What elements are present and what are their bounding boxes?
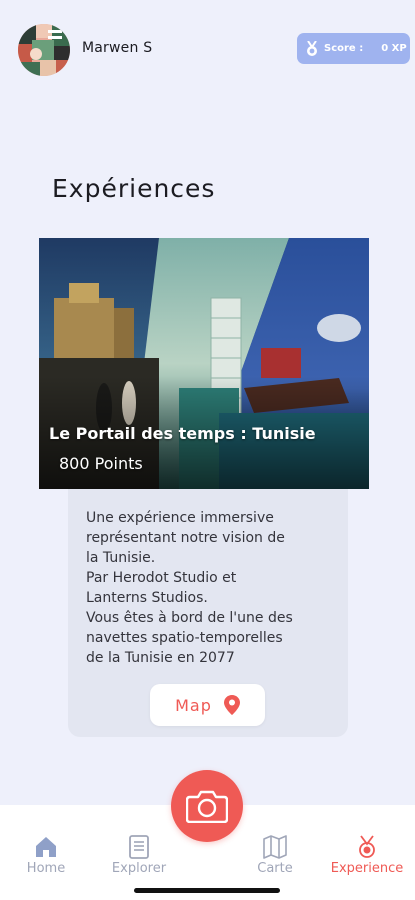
camera-button[interactable] — [171, 770, 243, 842]
experience-title: Le Portail des temps : Tunisie — [49, 424, 316, 443]
nav-label: Home — [26, 861, 66, 876]
score-label: Score : — [324, 43, 364, 54]
home-indicator — [134, 888, 280, 893]
map-icon — [263, 835, 287, 859]
description-line: Par Herodot Studio et — [86, 570, 237, 586]
nav-label: Experience — [330, 861, 404, 876]
page-title: Expériences — [52, 174, 216, 203]
home-icon — [36, 837, 56, 857]
description-line: de la Tunisie en 2077 — [86, 650, 235, 666]
avatar[interactable] — [18, 24, 70, 76]
camera-icon — [186, 790, 228, 823]
experience-points: 800 Points — [59, 454, 143, 473]
nav-label: Explorer — [111, 861, 167, 876]
experience-description-card: Une expérience immersive représentant no… — [68, 489, 348, 737]
location-pin-icon — [223, 695, 240, 715]
medal-icon — [359, 835, 375, 858]
nav-item-experience[interactable]: Experience — [322, 835, 412, 876]
map-button-label: Map — [175, 695, 212, 715]
description-line: navettes spatio-temporelles — [86, 630, 283, 646]
description-line: Lanterns Studios. — [86, 590, 208, 606]
username: Marwen S — [82, 40, 153, 56]
experience-card-image[interactable]: Le Portail des temps : Tunisie 800 Point… — [39, 238, 369, 489]
description-line: représentant notre vision de — [86, 530, 285, 546]
medal-icon — [307, 40, 317, 56]
app-header: Marwen S Score : 0 XP — [0, 0, 415, 100]
document-icon — [129, 835, 149, 859]
description-line: Vous êtes à bord de l'une des — [86, 610, 293, 626]
score-value: 0 XP — [381, 43, 407, 54]
score-badge[interactable]: Score : 0 XP — [297, 33, 410, 64]
description-line: Une expérience immersive — [86, 510, 274, 526]
description-line: la Tunisie. — [86, 550, 156, 566]
nav-item-home[interactable]: Home — [1, 835, 91, 876]
nav-item-carte[interactable]: Carte — [230, 835, 320, 876]
nav-label: Carte — [257, 861, 293, 876]
map-button[interactable]: Map — [150, 684, 265, 726]
nav-item-explorer[interactable]: Explorer — [94, 835, 184, 876]
